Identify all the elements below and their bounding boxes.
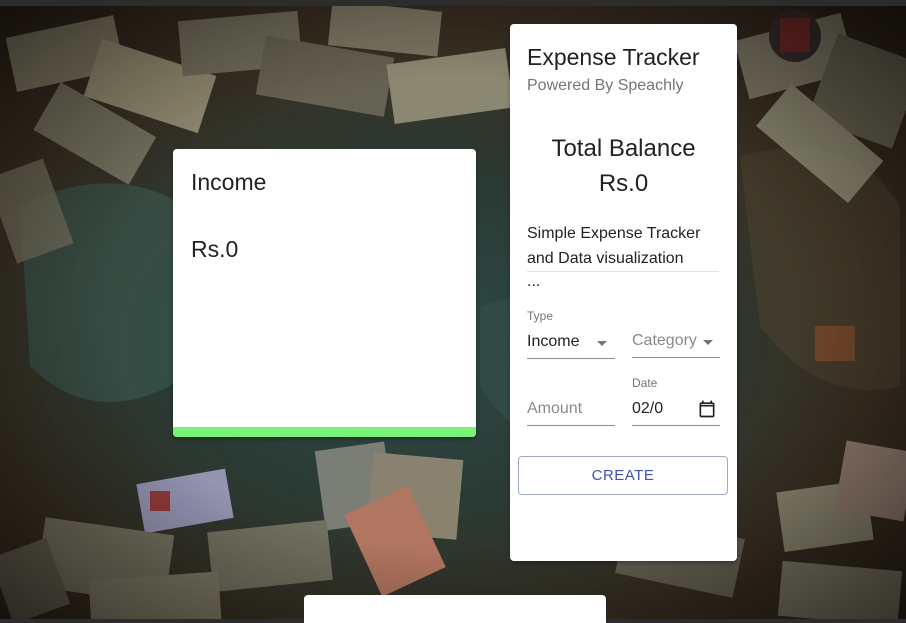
description-line-1: Simple Expense Tracker bbox=[527, 225, 701, 242]
category-placeholder: Category bbox=[632, 332, 697, 349]
date-label: Date bbox=[632, 376, 658, 390]
description-line-2: and Data visualization bbox=[527, 250, 684, 267]
description: Simple Expense Tracker and Data visualiz… bbox=[527, 221, 720, 271]
income-card: Income Rs.0 bbox=[173, 149, 476, 437]
balance-value: Rs.0 bbox=[598, 170, 649, 197]
chevron-down-icon bbox=[597, 341, 607, 346]
create-button[interactable]: CREATE bbox=[518, 456, 728, 495]
description-ellipsis: ... bbox=[527, 273, 541, 290]
type-select-value: Income bbox=[527, 333, 580, 350]
description-divider bbox=[527, 271, 719, 272]
chevron-down-icon bbox=[703, 340, 713, 345]
date-input[interactable]: 02/0 bbox=[632, 397, 720, 426]
type-select[interactable]: Income bbox=[527, 330, 615, 359]
income-accent-bar bbox=[173, 427, 476, 437]
tracker-title: Expense Tracker bbox=[527, 44, 700, 70]
calendar-icon[interactable] bbox=[697, 399, 717, 419]
bottom-card-partial bbox=[304, 595, 606, 623]
date-value: 02/0 bbox=[632, 400, 664, 417]
amount-placeholder: Amount bbox=[527, 400, 583, 417]
balance-label: Total Balance bbox=[551, 135, 696, 162]
income-title: Income bbox=[191, 169, 267, 195]
income-amount: Rs.0 bbox=[191, 236, 239, 262]
expense-tracker-card: Expense Tracker Powered By Speachly Tota… bbox=[510, 24, 737, 561]
category-select[interactable]: Category bbox=[632, 329, 720, 358]
tracker-subtitle: Powered By Speachly bbox=[527, 77, 684, 94]
amount-input[interactable]: Amount bbox=[527, 397, 615, 426]
type-label: Type bbox=[527, 309, 554, 323]
